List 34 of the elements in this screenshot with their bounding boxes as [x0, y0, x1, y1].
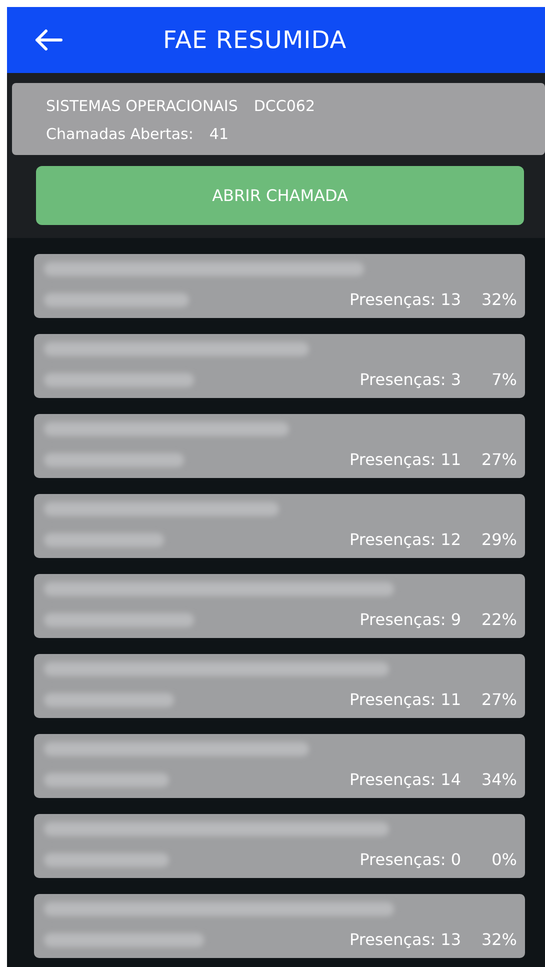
- student-row[interactable]: Presenças: 13 32%: [34, 254, 525, 318]
- presence-count: Presenças: 3: [360, 370, 461, 389]
- presence-count: Presenças: 12: [349, 530, 461, 549]
- presence-percent: 22%: [480, 610, 517, 629]
- presence-percent: 32%: [480, 930, 517, 949]
- presence-percent: 34%: [480, 770, 517, 789]
- presence-percent: 27%: [480, 450, 517, 469]
- presence-percent: 0%: [490, 850, 517, 869]
- student-row[interactable]: Presenças: 13 32%: [34, 894, 525, 958]
- screen-title: FAE RESUMIDA: [163, 26, 347, 54]
- presence-count: Presenças: 13: [349, 930, 461, 949]
- presence-count: Presenças: 11: [349, 450, 461, 469]
- back-arrow-icon[interactable]: [33, 28, 63, 52]
- presence-percent: 29%: [480, 530, 517, 549]
- student-row[interactable]: Presenças: 14 34%: [34, 734, 525, 798]
- presence-percent: 27%: [480, 690, 517, 709]
- presence-count: Presenças: 13: [349, 290, 461, 309]
- student-row[interactable]: Presenças: 11 27%: [34, 654, 525, 718]
- student-row[interactable]: Presenças: 9 22%: [34, 574, 525, 638]
- presence-count: Presenças: 0: [360, 850, 461, 869]
- student-row[interactable]: Presenças: 0 0%: [34, 814, 525, 878]
- presence-count: Presenças: 9: [360, 610, 461, 629]
- presence-percent: 32%: [480, 290, 517, 309]
- presence-count: Presenças: 14: [349, 770, 461, 789]
- presence-percent: 7%: [490, 370, 517, 389]
- open-call-button[interactable]: ABRIR CHAMADA: [36, 166, 524, 225]
- student-row[interactable]: Presenças: 12 29%: [34, 494, 525, 558]
- open-calls-label: Chamadas Abertas:: [46, 125, 194, 143]
- course-name: SISTEMAS OPERACIONAIS: [46, 97, 238, 115]
- course-code: DCC062: [254, 97, 316, 115]
- open-calls-count: 41: [209, 125, 228, 143]
- student-row[interactable]: Presenças: 11 27%: [34, 414, 525, 478]
- presence-count: Presenças: 11: [349, 690, 461, 709]
- student-row[interactable]: Presenças: 3 7%: [34, 334, 525, 398]
